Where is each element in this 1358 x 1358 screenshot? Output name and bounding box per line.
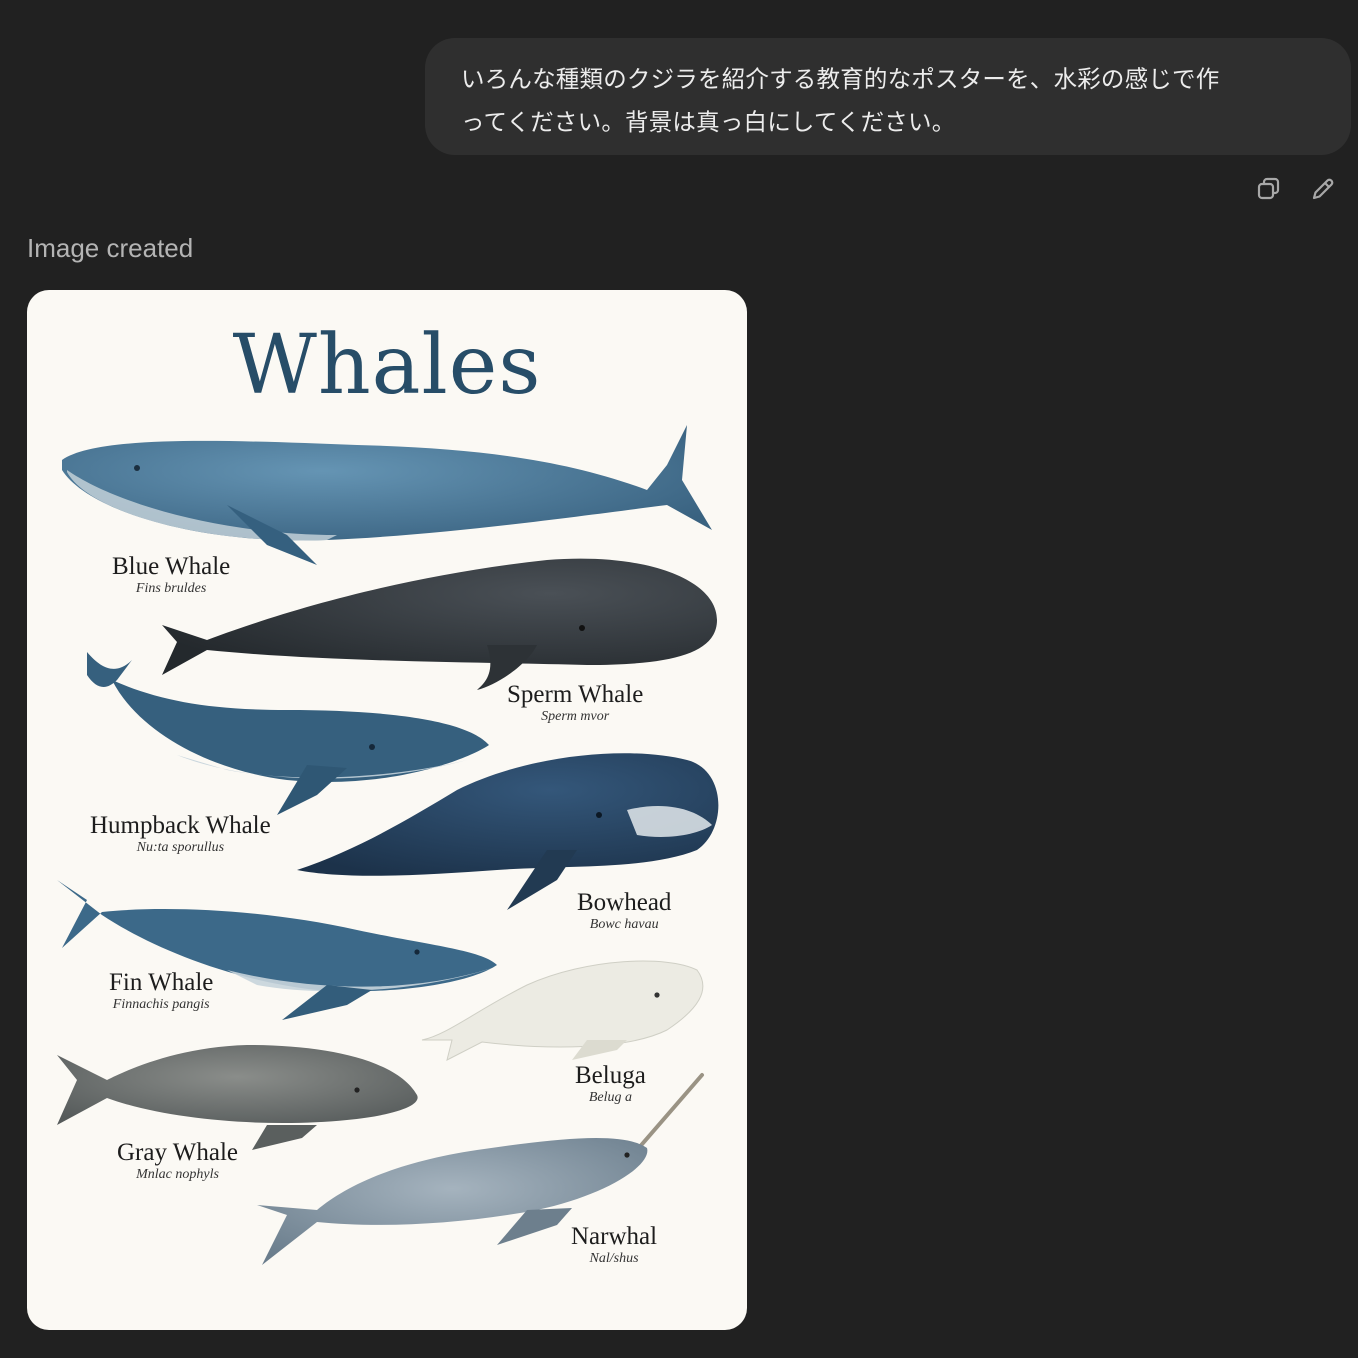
whale-latin-name: Nal/shus — [589, 1251, 639, 1266]
whale-latin-name: Sperm mvor — [541, 709, 610, 724]
whale-latin-name: Fins bruldes — [135, 581, 207, 596]
user-message-bubble: いろんな種類のクジラを紹介する教育的なポスターを、水彩の感じで作 ってください。… — [425, 38, 1351, 155]
message-actions — [1252, 172, 1342, 206]
image-created-status: Image created — [27, 233, 194, 263]
whale-common-name: Fin Whale — [109, 969, 214, 996]
whale-common-name: Bowhead — [577, 889, 672, 916]
copy-button[interactable] — [1252, 172, 1286, 206]
whale-latin-name: Mnlac nophyls — [136, 1167, 219, 1182]
narwhal-label: Narwhal Nal/shus — [571, 1224, 657, 1268]
copy-icon — [1257, 177, 1280, 200]
user-message-line-1: いろんな種類のクジラを紹介する教育的なポスターを、水彩の感じで作 — [461, 65, 1220, 93]
whale-common-name: Narwhal — [571, 1223, 658, 1250]
whale-common-name: Beluga — [575, 1062, 646, 1089]
whale-common-name: Humpback Whale — [90, 812, 271, 839]
humpback-whale-label: Humpback Whale Nu:ta sporullus — [90, 813, 271, 857]
bowhead-label: Bowhead Bowc havau — [577, 890, 671, 934]
blue-whale-illustration — [62, 425, 712, 565]
whale-latin-name: Bowc havau — [589, 917, 659, 932]
poster-title: Whales — [232, 318, 542, 413]
pencil-icon — [1312, 178, 1334, 200]
chat-page: いろんな種類のクジラを紹介する教育的なポスターを、水彩の感じで作 ってください。… — [0, 0, 1358, 1358]
gray-whale-illustration — [57, 1045, 418, 1150]
beluga-label: Beluga Belug a — [575, 1063, 646, 1107]
fin-whale-label: Fin Whale Finnachis pangis — [109, 970, 213, 1014]
user-message-line-2: ってください。背景は真っ白にしてください。 — [461, 108, 956, 136]
whale-common-name: Gray Whale — [117, 1139, 239, 1166]
gray-whale-label: Gray Whale Mnlac nophyls — [117, 1140, 238, 1184]
whale-common-name: Sperm Whale — [507, 681, 644, 708]
whale-common-name: Blue Whale — [112, 553, 231, 580]
sperm-whale-label: Sperm Whale Sperm mvor — [507, 682, 643, 726]
generated-image[interactable]: Whales Blue Whale Fins bruldes Sperm Wha… — [27, 290, 747, 1330]
sperm-whale-illustration — [162, 558, 717, 690]
whale-latin-name: Belug a — [588, 1090, 632, 1105]
whale-latin-name: Nu:ta sporullus — [136, 840, 225, 855]
whale-latin-name: Finnachis pangis — [112, 997, 210, 1012]
humpback-whale-illustration — [87, 652, 489, 815]
blue-whale-label: Blue Whale Fins bruldes — [112, 554, 230, 598]
edit-button[interactable] — [1306, 172, 1340, 206]
